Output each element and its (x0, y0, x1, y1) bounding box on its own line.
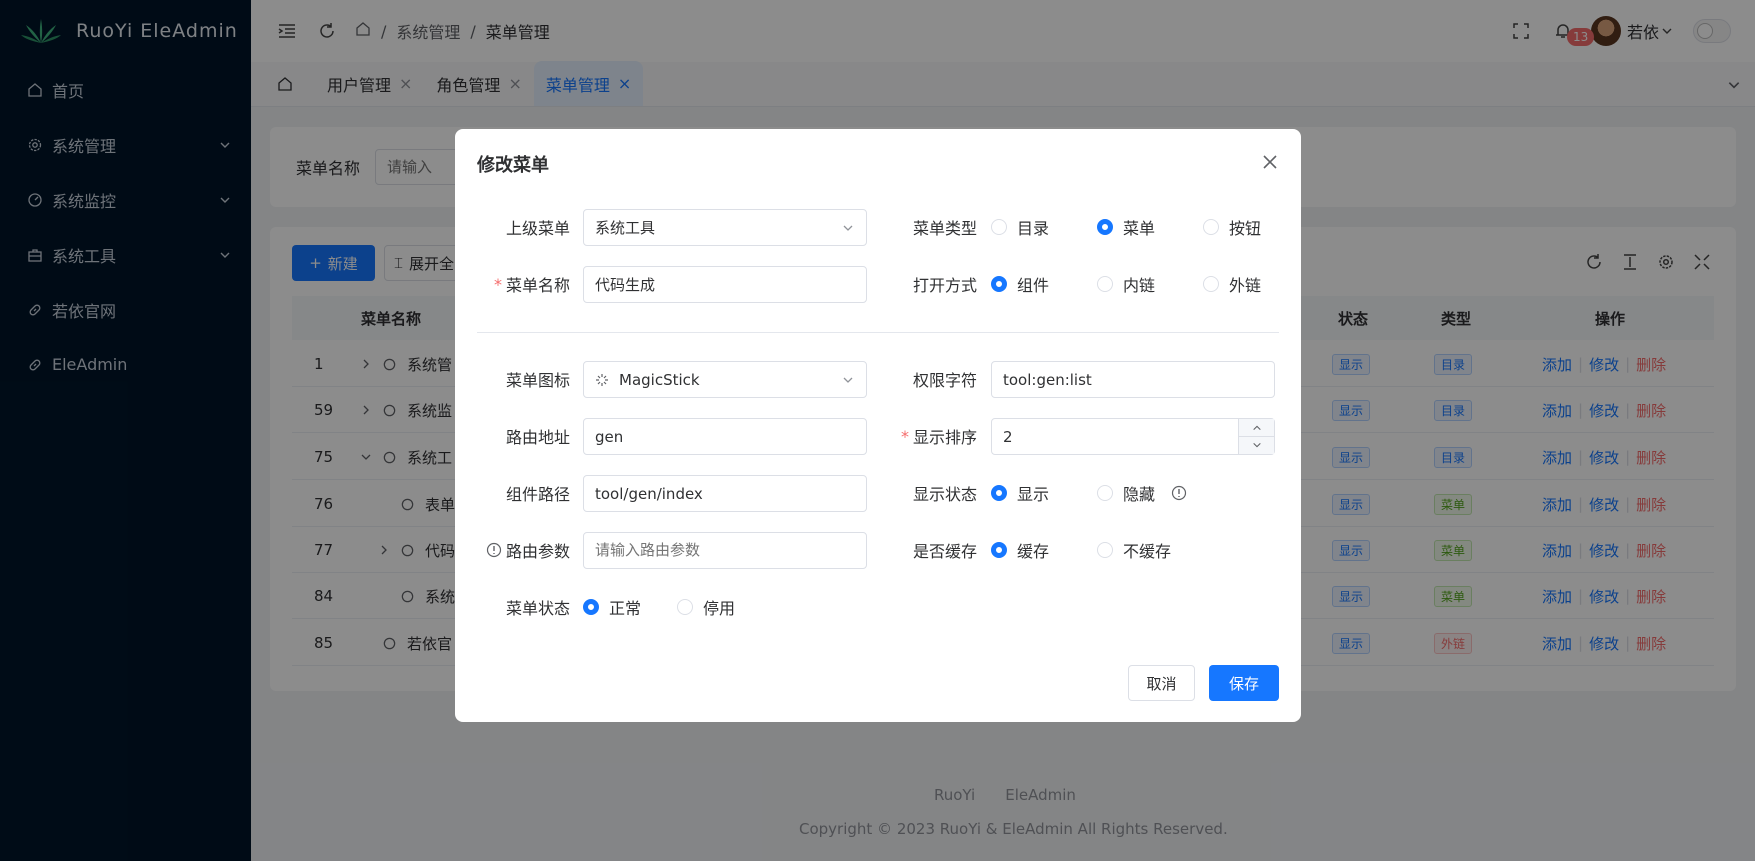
field-label: 路由地址 (505, 428, 570, 447)
field-label: 菜单状态 (505, 599, 570, 618)
field-label: 权限字符 (912, 371, 977, 390)
radio-cache[interactable]: 缓存 (991, 538, 1049, 562)
cancel-button[interactable]: 取消 (1128, 665, 1195, 701)
close-icon[interactable] (1259, 151, 1281, 173)
chevron-down-icon (843, 377, 853, 383)
dialog-title: 修改菜单 (477, 155, 549, 176)
save-button[interactable]: 保存 (1209, 665, 1279, 701)
radio-disabled[interactable]: 停用 (677, 595, 735, 619)
radio-show[interactable]: 显示 (991, 481, 1049, 505)
parent-menu-select[interactable]: 系统工具 (583, 209, 867, 246)
radio-no-cache[interactable]: 不缓存 (1097, 538, 1171, 562)
field-label: 路由参数 (455, 532, 570, 568)
sort-order-stepper[interactable]: 2 (991, 418, 1275, 455)
radio-button[interactable]: 按钮 (1203, 215, 1261, 239)
field-label: * 显示排序 (900, 426, 977, 448)
chevron-down-icon[interactable] (1239, 436, 1274, 453)
open-mode-radio-group: 组件 内链 外链 (991, 266, 1261, 302)
chevron-down-icon (843, 225, 853, 231)
chevron-up-icon[interactable] (1239, 419, 1274, 436)
radio-inner-link[interactable]: 内链 (1097, 272, 1155, 296)
radio-component[interactable]: 组件 (991, 272, 1049, 296)
radio-menu[interactable]: 菜单 (1097, 215, 1155, 239)
field-label: 上级菜单 (505, 219, 570, 238)
route-path-input[interactable]: gen (583, 418, 867, 455)
menu-name-input[interactable]: 代码生成 (583, 266, 867, 303)
menu-icon-select[interactable]: MagicStick (583, 361, 867, 398)
required-mark: * (900, 426, 909, 446)
info-circle-icon[interactable] (486, 542, 502, 558)
required-mark: * (493, 274, 502, 294)
field-label: 显示状态 (912, 485, 977, 504)
field-label: 打开方式 (912, 276, 977, 295)
component-path-input[interactable]: tool/gen/index (583, 475, 867, 512)
info-circle-icon[interactable] (1171, 485, 1187, 501)
field-label: * 菜单名称 (493, 274, 570, 296)
radio-hide[interactable]: 隐藏 (1097, 481, 1155, 505)
radio-normal[interactable]: 正常 (583, 595, 641, 619)
edit-menu-dialog: 修改菜单 上级菜单 系统工具 菜单类型 目录 菜单 按钮 * 菜单名称 代码生成 … (455, 129, 1301, 722)
visible-radio-group: 显示 隐藏 (991, 475, 1187, 511)
radio-directory[interactable]: 目录 (991, 215, 1049, 239)
magic-stick-icon (596, 373, 608, 386)
field-label: 是否缓存 (912, 542, 977, 561)
divider (477, 332, 1279, 333)
cache-radio-group: 缓存 不缓存 (991, 532, 1171, 568)
stepper-controls (1238, 419, 1274, 454)
menu-status-radio-group: 正常 停用 (583, 589, 735, 625)
menu-type-radio-group: 目录 菜单 按钮 (991, 209, 1261, 245)
field-label: 菜单图标 (505, 371, 570, 390)
radio-external-link[interactable]: 外链 (1203, 272, 1261, 296)
field-label: 组件路径 (505, 485, 570, 504)
permission-input[interactable]: tool:gen:list (991, 361, 1275, 398)
field-label: 菜单类型 (912, 219, 977, 238)
route-params-input[interactable] (583, 532, 867, 569)
